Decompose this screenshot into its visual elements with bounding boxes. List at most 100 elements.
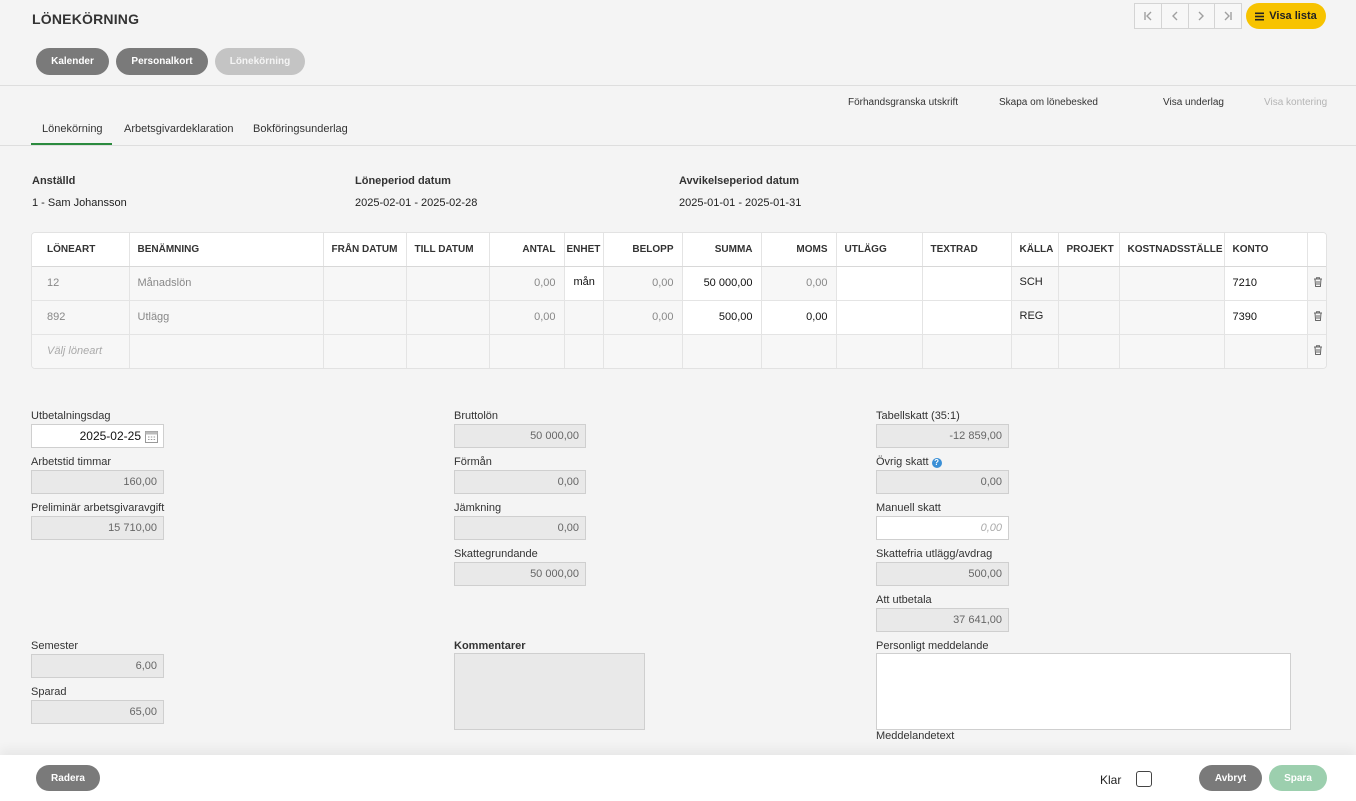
cell-enhet[interactable] [564, 334, 604, 368]
cell-moms[interactable]: 0,00 [761, 300, 837, 335]
visa-lista-button[interactable]: Visa lista [1246, 3, 1326, 29]
cell-antal[interactable]: 0,00 [489, 266, 565, 301]
cell-fran-datum[interactable] [323, 300, 407, 335]
cell-kostnadsstalle[interactable] [1119, 300, 1225, 335]
delete-row-button[interactable] [1307, 300, 1326, 335]
cell-enhet[interactable]: mån [564, 266, 604, 301]
col-header-projekt[interactable]: PROJEKT [1058, 233, 1120, 267]
cell-utlagg[interactable] [836, 266, 923, 301]
cell-enhet[interactable] [564, 300, 604, 335]
forhandsgranska-link[interactable]: Förhandsgranska utskrift [848, 97, 958, 108]
skattefria-input: 500,00 [876, 562, 1009, 586]
delete-row-button[interactable] [1307, 266, 1326, 301]
first-record-button[interactable] [1135, 4, 1162, 28]
ovrig-skatt-label-row: Övrig skatt? [876, 456, 942, 468]
avbryt-button[interactable]: Avbryt [1199, 765, 1262, 791]
cell-kostnadsstalle[interactable] [1119, 266, 1225, 301]
manuell-skatt-input[interactable]: 0,00 [876, 516, 1009, 540]
col-header-textrad[interactable]: TEXTRAD [922, 233, 1012, 267]
cell-textrad[interactable] [922, 266, 1012, 301]
tabellskatt-label: Tabellskatt (35:1) [876, 410, 960, 422]
col-header-antal[interactable]: ANTAL [489, 233, 565, 267]
cell-konto[interactable] [1224, 334, 1308, 368]
cell-textrad[interactable] [922, 300, 1012, 335]
employee-value: 1 - Sam Johansson [32, 197, 127, 209]
cell-till-datum[interactable] [406, 334, 490, 368]
tab-lonekorning[interactable]: Lönekörning [42, 123, 103, 135]
cell-till-datum[interactable] [406, 300, 490, 335]
col-header-kalla[interactable]: KÄLLA [1011, 233, 1059, 267]
col-header-moms[interactable]: MOMS [761, 233, 837, 267]
lonekorning-button[interactable]: Lönekörning [215, 48, 305, 75]
col-header-summa[interactable]: SUMMA [682, 233, 762, 267]
cell-benamning: Utlägg [129, 300, 324, 335]
cell-kostnadsstalle[interactable] [1119, 334, 1225, 368]
utbetalningsdag-label: Utbetalningsdag [31, 410, 111, 422]
help-icon[interactable]: ? [931, 458, 942, 468]
cell-antal[interactable]: 0,00 [489, 300, 565, 335]
cell-antal[interactable] [489, 334, 565, 368]
col-header-fran-datum[interactable]: FRÅN DATUM [323, 233, 407, 267]
col-header-belopp[interactable]: BELOPP [603, 233, 683, 267]
cell-summa[interactable]: 500,00 [682, 300, 762, 335]
cell-summa[interactable]: 50 000,00 [682, 266, 762, 301]
manuell-skatt-label: Manuell skatt [876, 502, 941, 514]
tabellskatt-input: -12 859,00 [876, 424, 1009, 448]
cell-utlagg[interactable] [836, 300, 923, 335]
next-record-button[interactable] [1189, 4, 1216, 28]
col-header-benamning[interactable]: BENÄMNING [129, 233, 324, 267]
utbetalningsdag-input[interactable]: 2025-02-25 [31, 424, 164, 448]
visa-underlag-link[interactable]: Visa underlag [1163, 97, 1224, 108]
chevron-right-icon [1198, 11, 1205, 21]
cell-loneart[interactable]: 12 [32, 266, 130, 301]
col-header-till-datum[interactable]: TILL DATUM [406, 233, 490, 267]
page-title: LÖNEKÖRNING [32, 11, 140, 27]
cell-summa[interactable] [682, 334, 762, 368]
bruttolon-label: Bruttolön [454, 410, 499, 422]
col-header-enhet[interactable]: ENHET [564, 233, 604, 267]
skapa-om-link[interactable]: Skapa om lönebesked [999, 97, 1098, 108]
personalkort-button[interactable]: Personalkort [116, 48, 208, 75]
cell-fran-datum[interactable] [323, 334, 407, 368]
visa-kontering-link[interactable]: Visa kontering [1264, 97, 1327, 108]
cell-moms[interactable] [761, 334, 837, 368]
cell-belopp[interactable]: 0,00 [603, 266, 683, 301]
personligt-textarea[interactable] [876, 653, 1291, 730]
kalender-button[interactable]: Kalender [36, 48, 109, 75]
previous-record-button[interactable] [1162, 4, 1189, 28]
tab-arbetsgivardeklaration[interactable]: Arbetsgivardeklaration [124, 123, 233, 135]
col-header-kostnadsstalle[interactable]: KOSTNADSSTÄLLE [1119, 233, 1225, 267]
cell-fran-datum[interactable] [323, 266, 407, 301]
salary-table: LÖNEART BENÄMNING FRÅN DATUM TILL DATUM … [32, 233, 1326, 368]
cell-projekt[interactable] [1058, 266, 1120, 301]
last-icon [1224, 11, 1232, 21]
cell-konto[interactable]: 7390 [1224, 300, 1308, 335]
arbetstid-input: 160,00 [31, 470, 164, 494]
tab-bokforingsunderlag[interactable]: Bokföringsunderlag [253, 123, 348, 135]
last-record-button[interactable] [1215, 4, 1241, 28]
cell-belopp[interactable]: 0,00 [603, 300, 683, 335]
tabs-divider [0, 145, 1356, 146]
semester-input: 6,00 [31, 654, 164, 678]
col-header-utlagg[interactable]: UTLÄGG [836, 233, 923, 267]
col-header-loneart[interactable]: LÖNEART [32, 233, 130, 267]
cell-konto[interactable]: 7210 [1224, 266, 1308, 301]
radera-button[interactable]: Radera [36, 765, 100, 791]
cell-moms[interactable]: 0,00 [761, 266, 837, 301]
sparad-label: Sparad [31, 686, 67, 698]
new-row-loneart-input[interactable]: Välj löneart [32, 334, 130, 368]
cell-projekt[interactable] [1058, 334, 1120, 368]
cell-projekt[interactable] [1058, 300, 1120, 335]
forman-label: Förmån [454, 456, 492, 468]
klar-checkbox[interactable] [1136, 771, 1152, 787]
cell-utlagg[interactable] [836, 334, 923, 368]
calendar-icon[interactable] [145, 430, 158, 443]
spara-button[interactable]: Spara [1269, 765, 1327, 791]
cell-textrad[interactable] [922, 334, 1012, 368]
col-header-konto[interactable]: KONTO [1224, 233, 1308, 267]
delete-row-button[interactable] [1307, 334, 1326, 368]
cell-belopp[interactable] [603, 334, 683, 368]
cell-till-datum[interactable] [406, 266, 490, 301]
period-value: 2025-02-01 - 2025-02-28 [355, 197, 478, 209]
cell-loneart[interactable]: 892 [32, 300, 130, 335]
